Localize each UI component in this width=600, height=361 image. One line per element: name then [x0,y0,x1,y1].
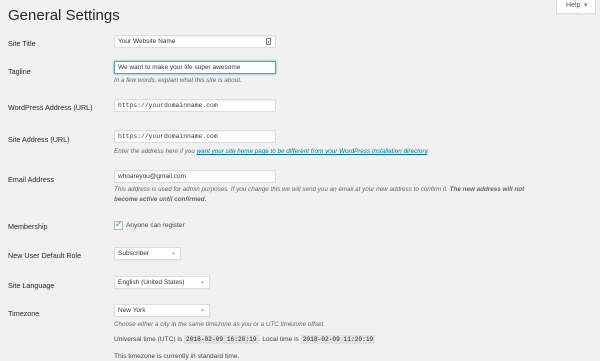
wordpress-address-label: WordPress Address (URL) [8,103,93,112]
chevron-down-icon: ⌄ [170,250,176,256]
membership-label: Membership [8,222,48,231]
email-description-line2: become active until confirmed. [114,196,206,203]
local-time-label: . Local time is [258,336,299,343]
site-language-select[interactable]: English (United States) ⌄ [114,276,210,289]
default-role-select[interactable]: Subscriber ⌄ [114,247,181,260]
email-description-line1: This address is used for admin purposes.… [114,186,524,193]
caret-down-icon: ▾ [584,2,588,9]
site-address-input[interactable]: https://yourdomainname.com [114,130,276,143]
local-time-value: 2018-02-09 11:20:19 [300,335,376,344]
help-label: Help [566,2,581,9]
anyone-can-register-checkbox[interactable]: ✓ [114,219,123,230]
site-address-description: Enter the address here if you want your … [114,148,429,155]
universal-time-label: Universal time (UTC) is [114,336,183,343]
standard-time-note: This timezone is currently in standard t… [114,353,240,360]
email-address-input[interactable]: whoareyou@gmail.com [114,170,276,183]
email-address-value: whoareyou@gmail.com [118,173,187,180]
site-title-input[interactable]: Your Website Name [114,35,276,48]
chevron-down-icon: ⌄ [199,279,205,285]
tagline-label: Tagline [8,67,31,76]
email-desc-bold-2: become active until confirmed. [114,196,207,203]
timezone-label: Timezone [8,309,40,318]
wordpress-address-value: https://yourdomainname.com [118,102,218,109]
wordpress-address-input[interactable]: https://yourdomainname.com [114,99,276,112]
email-desc-text: This address is used for admin purposes.… [114,186,450,193]
timezone-description: Choose either a city in the same timezon… [114,321,326,328]
site-address-label: Site Address (URL) [8,135,70,144]
timezone-value: New York [118,307,146,314]
email-address-label: Email Address [8,175,54,184]
tagline-description: In a few words, explain what this site i… [114,77,242,84]
email-desc-bold: The new address will not [449,186,525,193]
checkmark-icon: ✓ [115,219,123,229]
tagline-input[interactable]: We want to make your life super awesome [114,61,276,74]
time-readout: Universal time (UTC) is 2018-02-09 16:20… [114,335,376,344]
help-tab-button[interactable]: Help ▾ [556,0,596,14]
anyone-can-register-label[interactable]: Anyone can register [126,222,185,229]
page-title: General Settings [8,7,120,24]
site-title-label: Site Title [8,39,36,48]
default-role-label: New User Default Role [8,251,82,260]
site-title-value: Your Website Name [118,38,176,45]
site-address-desc-before: Enter the address here if you [114,148,197,155]
contact-card-icon[interactable] [266,38,271,45]
site-address-help-link[interactable]: want your site home page to be different… [197,148,428,155]
chevron-down-icon: ⌄ [199,307,205,313]
tagline-value: We want to make your life super awesome [118,64,241,71]
site-language-label: Site Language [8,281,55,290]
site-language-value: English (United States) [118,279,185,286]
default-role-value: Subscriber [118,250,150,257]
site-address-value: https://yourdomainname.com [118,133,218,140]
site-address-desc-after: . [427,148,429,155]
universal-time-value: 2018-02-09 16:20:19 [183,335,259,344]
timezone-select[interactable]: New York ⌄ [114,304,210,317]
